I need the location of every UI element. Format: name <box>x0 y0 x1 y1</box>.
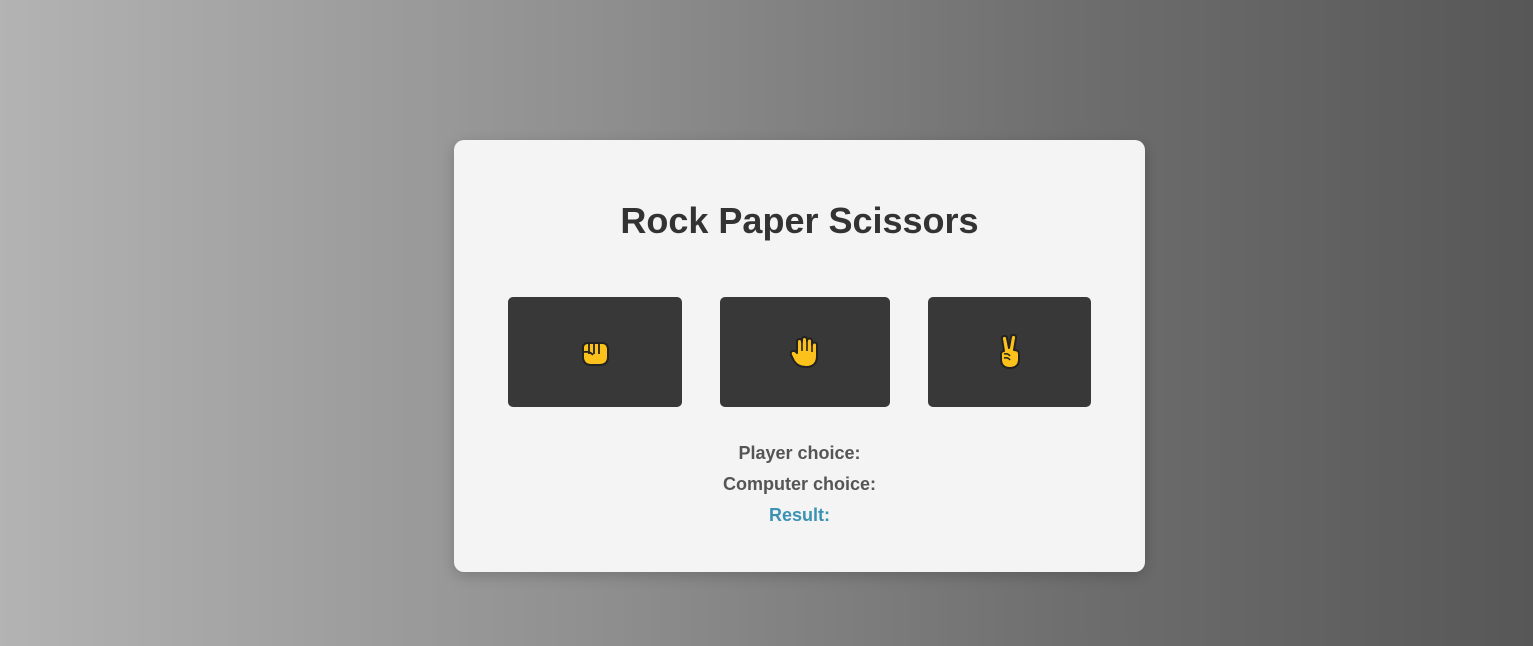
victory-hand-icon <box>995 334 1025 370</box>
player-choice-line: Player choice: <box>454 442 1145 464</box>
result-line: Result: <box>454 504 1145 526</box>
rock-button[interactable] <box>508 297 682 407</box>
result-label: Result: <box>768 505 830 525</box>
paper-button[interactable] <box>720 297 890 407</box>
raised-hand-icon <box>788 334 822 370</box>
scissors-button[interactable] <box>928 297 1091 407</box>
page-title: Rock Paper Scissors <box>620 200 979 241</box>
game-card: Rock Paper Scissors Player choice: Compu… <box>454 140 1145 572</box>
computer-choice-label: Computer choice: <box>722 474 877 494</box>
fist-icon <box>578 335 612 369</box>
player-choice-label: Player choice: <box>738 443 861 463</box>
computer-choice-line: Computer choice: <box>454 473 1145 495</box>
